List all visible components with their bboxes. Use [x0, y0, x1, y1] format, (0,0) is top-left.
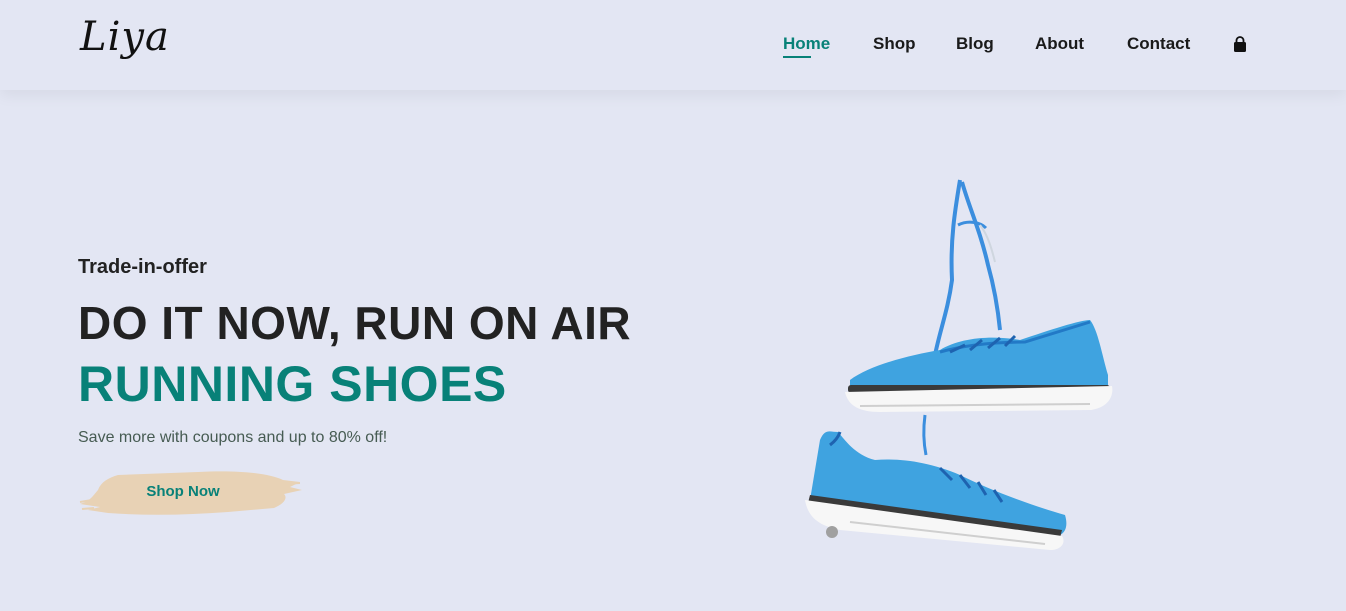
hero-title-highlight: RUNNING SHOES: [78, 356, 507, 412]
hanging-running-shoes-image: [790, 170, 1130, 560]
shopping-bag-icon[interactable]: [1232, 36, 1248, 54]
nav-active-underline: [783, 56, 811, 58]
nav-about[interactable]: About: [1035, 34, 1084, 54]
nav-home[interactable]: Home: [783, 34, 831, 58]
nav-contact[interactable]: Contact: [1127, 34, 1190, 54]
nav-blog[interactable]: Blog: [956, 34, 994, 54]
hero-title: DO IT NOW, RUN ON AIR: [78, 297, 632, 349]
site-header: Liya Home Shop Blog About Contact: [0, 0, 1346, 90]
shop-now-button[interactable]: Shop Now: [78, 468, 304, 516]
nav-shop[interactable]: Shop: [873, 34, 916, 54]
shop-now-label: Shop Now: [146, 483, 220, 500]
nav-home-label: Home: [783, 34, 831, 53]
main-nav: Home Shop Blog About Contact: [0, 34, 1346, 58]
hero-subtitle: Trade-in-offer: [78, 256, 207, 278]
hero-description: Save more with coupons and up to 80% off…: [78, 429, 388, 446]
